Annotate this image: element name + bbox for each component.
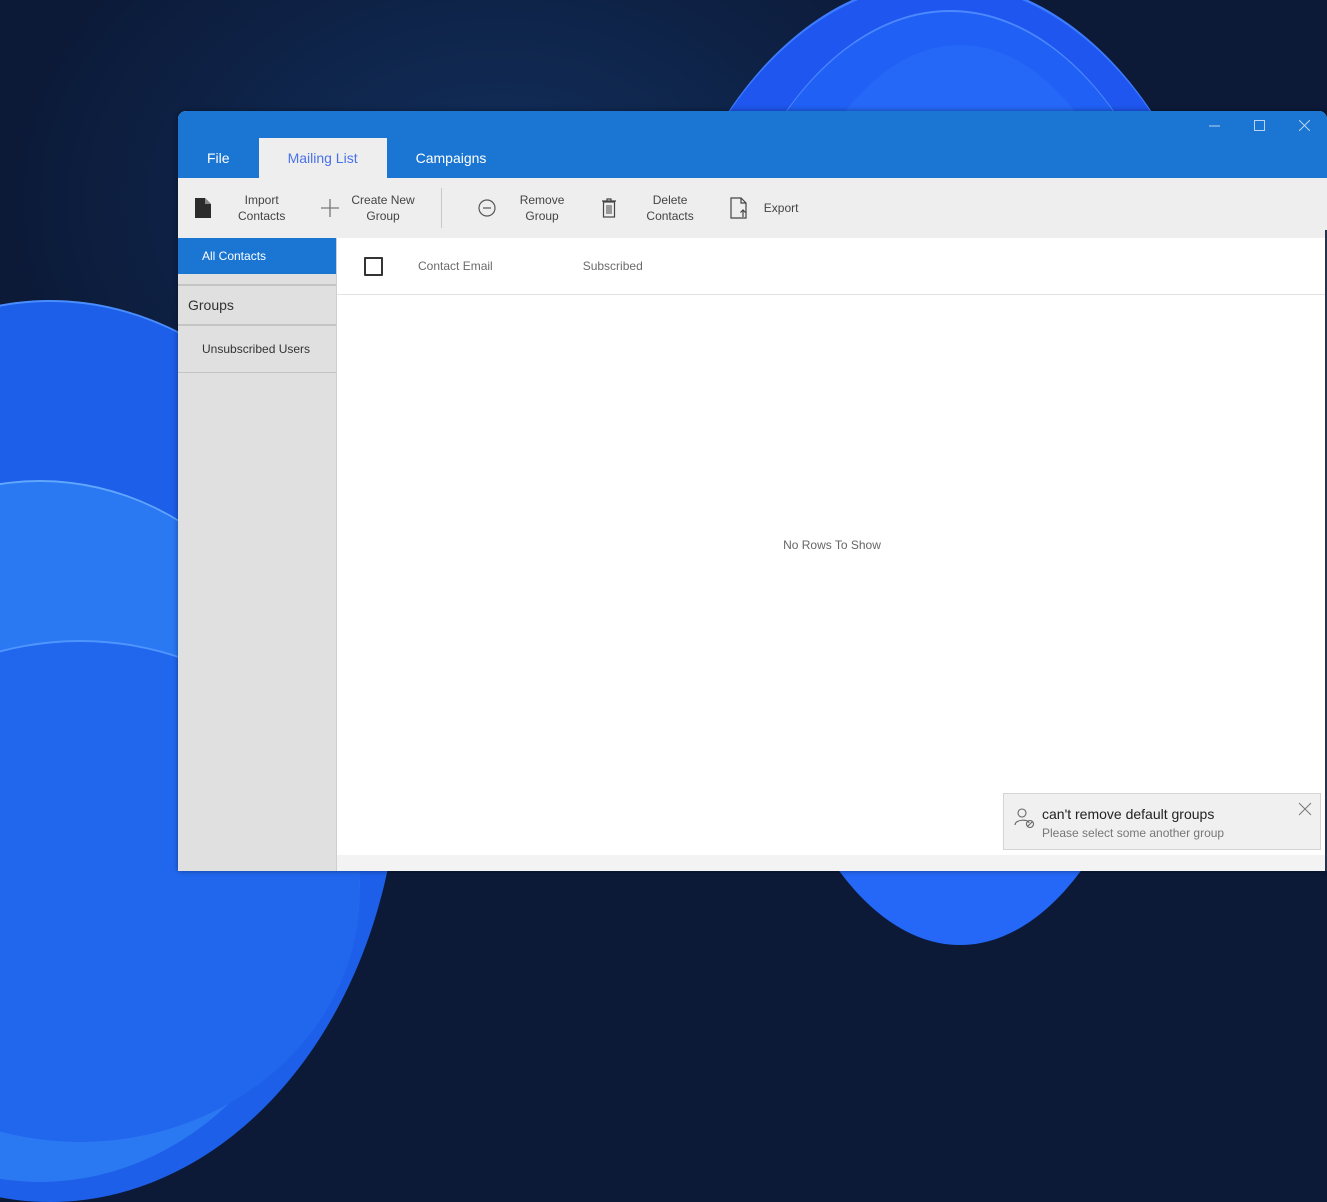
import-contacts-label: Import Contacts	[238, 193, 286, 223]
remove-group-label: Remove Group	[519, 193, 565, 223]
tab-file[interactable]: File	[178, 138, 259, 178]
notification-toast: can't remove default groups Please selec…	[1003, 793, 1321, 850]
main-tabs: File Mailing List Campaigns	[178, 138, 515, 178]
ribbon-separator	[440, 188, 442, 228]
sidebar-item-unsubscribed-users[interactable]: Unsubscribed Users	[178, 326, 336, 373]
contacts-grid: Contact Email Subscribed No Rows To Show	[337, 238, 1327, 871]
grid-header-row: Contact Email Subscribed	[337, 238, 1327, 295]
tab-mailing-list[interactable]: Mailing List	[258, 138, 387, 178]
title-bar: File Mailing List Campaigns	[178, 111, 1327, 178]
import-contacts-button[interactable]: Import Contacts	[188, 178, 285, 238]
empty-grid-message: No Rows To Show	[783, 538, 881, 552]
maximize-button[interactable]	[1237, 111, 1282, 139]
maximize-icon	[1254, 119, 1265, 131]
select-all-checkbox[interactable]	[364, 256, 383, 276]
window-controls	[1192, 111, 1327, 139]
close-icon	[1299, 119, 1310, 131]
minimize-button[interactable]	[1192, 111, 1237, 139]
export-label: Export	[763, 201, 799, 215]
toast-title: can't remove default groups	[1042, 806, 1215, 822]
plus-icon	[315, 193, 345, 223]
tab-campaigns[interactable]: Campaigns	[387, 138, 516, 178]
close-button[interactable]	[1282, 111, 1327, 139]
toast-message: Please select some another group	[1042, 826, 1225, 840]
delete-contacts-button[interactable]: Delete Contacts	[594, 178, 694, 238]
sidebar-groups-header[interactable]: Groups	[178, 284, 336, 326]
toast-close-button[interactable]	[1298, 802, 1312, 816]
export-file-icon	[724, 193, 754, 223]
create-new-group-button[interactable]: Create New Group	[315, 178, 415, 238]
close-icon	[1298, 802, 1312, 816]
column-header-subscribed[interactable]: Subscribed	[583, 259, 643, 273]
user-blocked-icon	[1014, 807, 1036, 829]
delete-contacts-label: Delete Contacts	[646, 193, 694, 223]
create-new-group-label: Create New Group	[351, 193, 415, 223]
trash-icon	[594, 193, 624, 223]
sidebar: All Contacts Groups Unsubscribed Users	[178, 238, 337, 871]
sidebar-item-all-contacts[interactable]: All Contacts	[178, 238, 336, 274]
app-window: File Mailing List Campaigns Import Contac…	[178, 111, 1327, 871]
ribbon-toolbar: Import Contacts Create New Group Remove Gro…	[178, 178, 1327, 238]
horizontal-scrollbar[interactable]	[337, 855, 1327, 871]
minimize-icon	[1209, 125, 1220, 126]
remove-group-button[interactable]: Remove Group	[472, 178, 565, 238]
document-icon	[188, 193, 218, 223]
export-button[interactable]: Export	[724, 178, 799, 238]
minus-circle-icon	[472, 193, 502, 223]
column-header-contact-email[interactable]: Contact Email	[418, 259, 493, 273]
